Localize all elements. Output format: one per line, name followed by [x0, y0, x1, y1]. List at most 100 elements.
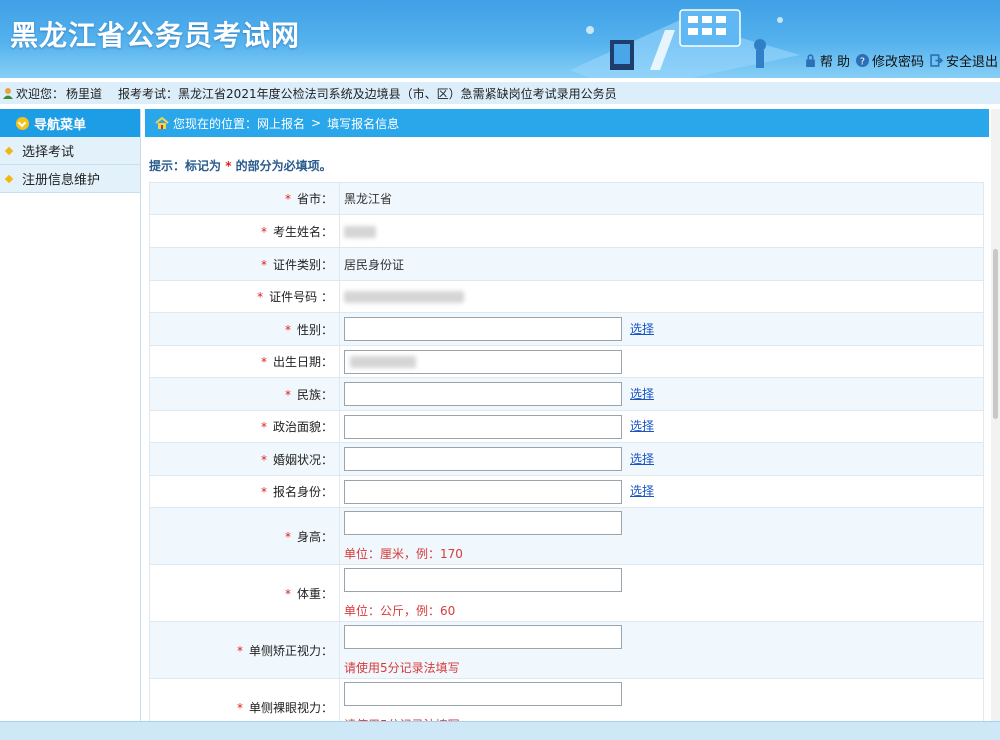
- marital-status-label: 婚姻状况：: [272, 452, 333, 467]
- field-value: 选择: [339, 442, 984, 476]
- redacted-id-number: [344, 291, 464, 303]
- field-label: * 体重：: [149, 564, 340, 622]
- applicant-identity-label: 报名身份：: [272, 485, 333, 499]
- site-title: 黑龙江省公务员考试网: [10, 19, 301, 52]
- required-mark: *: [284, 192, 291, 206]
- required-mark: *: [236, 643, 243, 658]
- change-password-link[interactable]: ? 修改密码: [855, 51, 924, 70]
- marital-status-select-link[interactable]: 选择: [630, 452, 654, 466]
- corrected-vision-label: 单侧矫正视力：: [248, 643, 333, 658]
- gender-input[interactable]: [344, 317, 622, 341]
- gender-label: 性别：: [296, 322, 333, 337]
- lock-icon: [805, 54, 815, 67]
- field-label: * 证件类别：: [149, 247, 340, 281]
- field-label: * 婚姻状况：: [149, 442, 340, 476]
- field-value: 选择: [339, 475, 984, 508]
- sidebar: 导航菜单 选择考试 注册信息维护: [0, 109, 141, 721]
- ethnicity-label: 民族：: [296, 387, 333, 402]
- weight-hint: 单位：公斤，例：60: [344, 603, 456, 618]
- welcome-bar: 欢迎您： 杨里道 报考考试： 黑龙江省2021年度公检法司系统及边境县（市、区）…: [0, 82, 1000, 104]
- form-row-birthdate: * 出生日期：: [149, 345, 984, 378]
- scrollbar-thumb[interactable]: [993, 249, 998, 419]
- required-mark: *: [260, 257, 267, 272]
- marital-status-input[interactable]: [344, 447, 622, 471]
- form-row-province: * 省市： 黑龙江省: [149, 182, 984, 215]
- required-mark: *: [284, 322, 291, 337]
- height-hint: 单位：厘米，例：170: [344, 546, 463, 561]
- required-mark: *: [260, 420, 267, 434]
- corrected-vision-input[interactable]: [344, 624, 622, 649]
- logout-icon: [930, 54, 943, 67]
- required-mark: *: [257, 290, 264, 304]
- required-mark: *: [260, 355, 267, 369]
- field-value: 居民身份证: [339, 247, 984, 281]
- field-label: * 省市：: [149, 182, 340, 215]
- logout-link[interactable]: 安全退出: [930, 51, 998, 70]
- applicant-identity-select-link[interactable]: 选择: [630, 484, 654, 498]
- required-mark: *: [260, 224, 267, 239]
- tip-prefix: 提示：标记为: [149, 159, 222, 173]
- political-status-input[interactable]: [344, 414, 622, 439]
- form-row-ethnicity: * 民族： 选择: [149, 377, 984, 411]
- redacted-birthdate: [350, 356, 416, 368]
- breadcrumb-prefix: 您现在的位置：: [173, 116, 258, 131]
- form-row-weight: * 体重： 单位：公斤，例：60: [149, 564, 984, 622]
- registration-form: * 省市： 黑龙江省 * 考生姓名： * 证件类别： 居民身份证 * 证件号码 ： * 性…: [149, 182, 984, 736]
- welcome-label: 欢迎您：: [16, 86, 65, 101]
- field-label: * 证件号码 ：: [149, 280, 340, 313]
- field-label: * 出生日期：: [149, 345, 340, 378]
- logout-label: 安全退出: [945, 55, 998, 70]
- tip-star: *: [225, 159, 232, 173]
- sidebar-item-registration-info[interactable]: 注册信息维护: [0, 165, 140, 193]
- field-value: 单位：公斤，例：60: [339, 564, 984, 622]
- field-value: 黑龙江省: [339, 182, 984, 215]
- field-label: * 单侧矫正视力：: [149, 621, 340, 679]
- field-value: 单位：厘米，例：170: [339, 507, 984, 565]
- redacted-name: [344, 225, 376, 238]
- vertical-scrollbar[interactable]: [991, 109, 1000, 721]
- sidebar-item-select-exam[interactable]: 选择考试: [0, 137, 140, 165]
- height-input[interactable]: [344, 510, 622, 535]
- field-value: 选择: [339, 377, 984, 411]
- naked-vision-label: 单侧裸眼视力：: [248, 700, 333, 715]
- naked-vision-input[interactable]: [344, 681, 622, 706]
- required-mark: *: [284, 387, 291, 402]
- applicant-identity-input[interactable]: [344, 479, 622, 504]
- ethnicity-select-link[interactable]: 选择: [630, 387, 654, 401]
- help-link[interactable]: 帮 助: [804, 51, 850, 70]
- exam-label: 报考考试：: [118, 86, 179, 101]
- required-mark: *: [260, 485, 267, 499]
- form-row-corrected-vision: * 单侧矫正视力： 请使用5分记录法填写: [149, 621, 984, 679]
- political-status-select-link[interactable]: 选择: [630, 419, 654, 433]
- form-row-applicant-identity: * 报名身份： 选择: [149, 475, 984, 508]
- sidebar-title: 导航菜单: [34, 117, 87, 133]
- bullet-icon: [4, 174, 14, 183]
- field-value: [339, 345, 984, 378]
- weight-input[interactable]: [344, 567, 622, 592]
- user-name: 杨里道: [66, 86, 103, 101]
- footer-bar: [0, 721, 1000, 740]
- gender-select-link[interactable]: 选择: [630, 322, 654, 336]
- form-row-gender: * 性别： 选择: [149, 312, 984, 346]
- field-value: [339, 214, 984, 248]
- height-label: 身高：: [296, 529, 333, 544]
- field-label: * 身高：: [149, 507, 340, 565]
- field-label: * 性别：: [149, 312, 340, 346]
- id-number-label: 证件号码 ：: [269, 290, 333, 304]
- user-icon: [3, 88, 13, 99]
- header-links: 帮 助 ? 修改密码 安全退出: [798, 51, 998, 70]
- name-label: 考生姓名：: [272, 224, 333, 239]
- required-tip: 提示：标记为 * 的部分为必填项。: [149, 157, 332, 174]
- required-mark: *: [284, 529, 291, 544]
- question-icon: ?: [855, 54, 869, 67]
- form-row-id-number: * 证件号码 ：: [149, 280, 984, 313]
- breadcrumb-separator: >: [311, 116, 322, 130]
- field-value: 选择: [339, 312, 984, 346]
- required-mark: *: [284, 586, 291, 601]
- form-row-id-type: * 证件类别： 居民身份证: [149, 247, 984, 281]
- svg-text:?: ?: [860, 56, 865, 67]
- required-mark: *: [236, 700, 243, 715]
- ethnicity-input[interactable]: [344, 382, 622, 406]
- bullet-icon: [4, 146, 14, 155]
- breadcrumb-level2: 填写报名信息: [327, 116, 400, 131]
